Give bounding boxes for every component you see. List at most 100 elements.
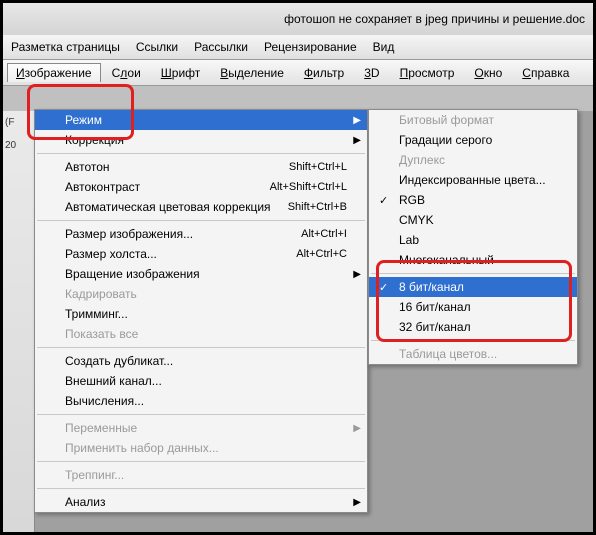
menu-item-label: RGB — [399, 193, 425, 207]
menu-item-label: Анализ — [65, 495, 106, 509]
menu-item[interactable]: Тримминг... — [35, 304, 367, 324]
menu-item[interactable]: Автоконтраст Alt+Shift+Ctrl+L — [35, 177, 367, 197]
menubar-item[interactable]: Окно — [465, 63, 511, 83]
menu-item: Переменные ▶ — [35, 418, 367, 438]
menu-separator — [37, 461, 365, 462]
menu-item[interactable]: Индексированные цвета... — [369, 170, 577, 190]
menu-item[interactable]: Режим ▶ — [35, 110, 367, 130]
menu-item: Показать все — [35, 324, 367, 344]
menu-item[interactable]: Внешний канал... — [35, 371, 367, 391]
word-menu-item[interactable]: Разметка страницы — [11, 40, 120, 54]
word-menu-item[interactable]: Рассылки — [194, 40, 248, 54]
menu-item[interactable]: Размер изображения... Alt+Ctrl+I — [35, 224, 367, 244]
menu-item-label: Размер холста... — [65, 247, 157, 261]
menu-item[interactable]: 32 бит/канал — [369, 317, 577, 337]
menu-item-label: Дуплекс — [399, 153, 445, 167]
menu-item: Дуплекс — [369, 150, 577, 170]
menu-item: Треппинг... — [35, 465, 367, 485]
menu-item[interactable]: Создать дубликат... — [35, 351, 367, 371]
menu-item-label: Многоканальный — [399, 253, 494, 267]
document-title-bar: фотошоп не сохраняет в jpeg причины и ре… — [3, 3, 593, 35]
word-menu-item[interactable]: Рецензирование — [264, 40, 357, 54]
menu-separator — [37, 414, 365, 415]
mode-submenu[interactable]: Битовый формат Градации серого Дуплекс Инде… — [368, 109, 578, 365]
menubar-item[interactable]: Выделение — [211, 63, 293, 83]
menu-item[interactable]: CMYK — [369, 210, 577, 230]
menu-item[interactable]: ✓ RGB — [369, 190, 577, 210]
menubar-item[interactable]: Шрифт — [152, 63, 209, 83]
menu-item[interactable]: Коррекция ▶ — [35, 130, 367, 150]
menu-shortcut: Shift+Ctrl+B — [288, 201, 347, 213]
check-icon: ✓ — [379, 281, 388, 294]
menu-item[interactable]: 16 бит/канал — [369, 297, 577, 317]
word-menu-item[interactable]: Ссылки — [136, 40, 178, 54]
menubar-item[interactable]: 3D — [355, 63, 388, 83]
word-menu-bar[interactable]: Разметка страницы Ссылки Рассылки Рецензиро… — [3, 35, 593, 60]
menu-item-label: 16 бит/канал — [399, 300, 471, 314]
menu-item-label: Тримминг... — [65, 307, 128, 321]
menu-item-label: Размер изображения... — [65, 227, 193, 241]
menubar-item[interactable]: Справка — [513, 63, 578, 83]
menu-separator — [37, 488, 365, 489]
menubar-item[interactable]: Изображение — [7, 63, 101, 82]
menu-item[interactable]: Lab — [369, 230, 577, 250]
menu-item-label: Создать дубликат... — [65, 354, 173, 368]
menu-separator — [37, 347, 365, 348]
menu-item[interactable]: Автоматическая цветовая коррекция Shift+C… — [35, 197, 367, 217]
submenu-arrow-icon: ▶ — [353, 115, 361, 126]
menu-item[interactable]: Вычисления... — [35, 391, 367, 411]
menu-item: Кадрировать — [35, 284, 367, 304]
menu-separator — [37, 153, 365, 154]
menu-item-label: 8 бит/канал — [399, 280, 464, 294]
menu-item: Применить набор данных... — [35, 438, 367, 458]
menu-shortcut: Alt+Ctrl+C — [296, 248, 347, 260]
menu-shortcut: Alt+Shift+Ctrl+L — [270, 181, 347, 193]
menu-item: Битовый формат — [369, 110, 577, 130]
menu-item-label: Кадрировать — [65, 287, 137, 301]
menubar-item[interactable]: Фильтр — [295, 63, 353, 83]
application-frame: фотошоп не сохраняет в jpeg причины и ре… — [3, 3, 593, 532]
menu-item-label: Автоконтраст — [65, 180, 140, 194]
menu-item-label: Автотон — [65, 160, 110, 174]
menu-item[interactable]: Многоканальный — [369, 250, 577, 270]
menu-item-label: Таблица цветов... — [399, 347, 497, 361]
menu-item[interactable]: Автотон Shift+Ctrl+L — [35, 157, 367, 177]
submenu-arrow-icon: ▶ — [353, 269, 361, 280]
menu-separator — [37, 220, 365, 221]
image-menu[interactable]: Режим ▶ Коррекция ▶ Автотон Shift+Ctrl+L Авток… — [34, 109, 368, 513]
menu-item-label: Треппинг... — [65, 468, 124, 482]
menu-item-label: Вычисления... — [65, 394, 144, 408]
menu-separator — [371, 273, 575, 274]
sidebar-text: (F — [3, 111, 34, 134]
submenu-arrow-icon: ▶ — [353, 423, 361, 434]
document-title: фотошоп не сохраняет в jpeg причины и ре… — [284, 12, 585, 26]
menu-shortcut: Alt+Ctrl+I — [301, 228, 347, 240]
menu-item-label: Автоматическая цветовая коррекция — [65, 200, 271, 214]
menubar-item[interactable]: Просмотр — [391, 63, 464, 83]
menu-item-label: Внешний канал... — [65, 374, 162, 388]
menu-item-label: Градации серого — [399, 133, 492, 147]
menu-shortcut: Shift+Ctrl+L — [289, 161, 347, 173]
menubar-item[interactable]: Слои — [103, 63, 150, 83]
menu-item[interactable]: Анализ ▶ — [35, 492, 367, 512]
menu-item-label: Переменные — [65, 421, 137, 435]
menu-item-label: CMYK — [399, 213, 434, 227]
menu-item: Таблица цветов... — [369, 344, 577, 364]
menu-item-label: 32 бит/канал — [399, 320, 471, 334]
menu-item[interactable]: Градации серого — [369, 130, 577, 150]
submenu-arrow-icon: ▶ — [353, 135, 361, 146]
menu-item-label: Коррекция — [65, 133, 124, 147]
menu-item[interactable]: ✓ 8 бит/канал — [369, 277, 577, 297]
submenu-arrow-icon: ▶ — [353, 497, 361, 508]
word-menu-item[interactable]: Вид — [373, 40, 395, 54]
menu-item[interactable]: Вращение изображения ▶ — [35, 264, 367, 284]
menu-item-label: Вращение изображения — [65, 267, 200, 281]
menu-item-label: Применить набор данных... — [65, 441, 219, 455]
check-icon: ✓ — [379, 194, 388, 207]
photoshop-menu-bar[interactable]: ИзображениеСлоиШрифтВыделениеФильтр3DПро… — [3, 60, 593, 86]
menu-separator — [371, 340, 575, 341]
menu-item-label: Режим — [65, 113, 102, 127]
sidebar-text: 20 — [3, 134, 34, 157]
menu-item-label: Индексированные цвета... — [399, 173, 546, 187]
menu-item[interactable]: Размер холста... Alt+Ctrl+C — [35, 244, 367, 264]
